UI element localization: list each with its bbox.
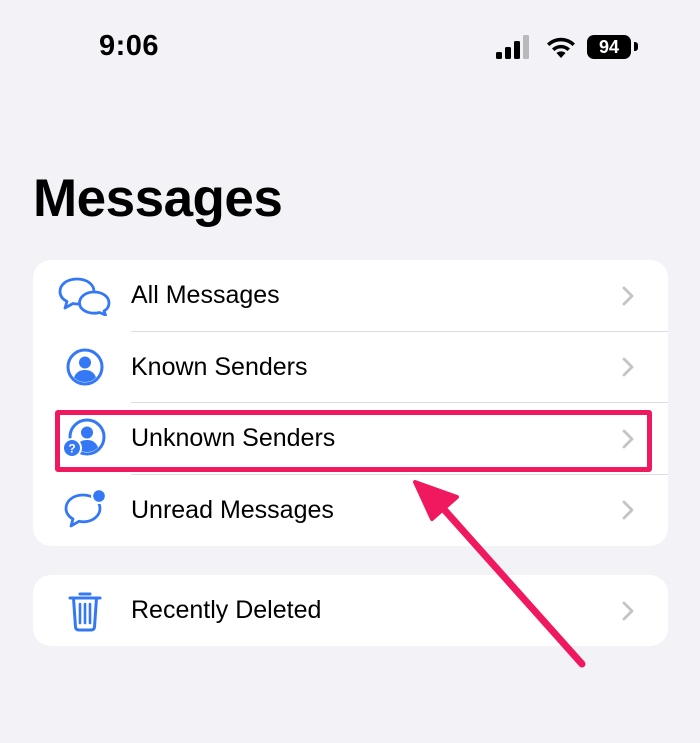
annotation-arrow <box>413 480 586 668</box>
